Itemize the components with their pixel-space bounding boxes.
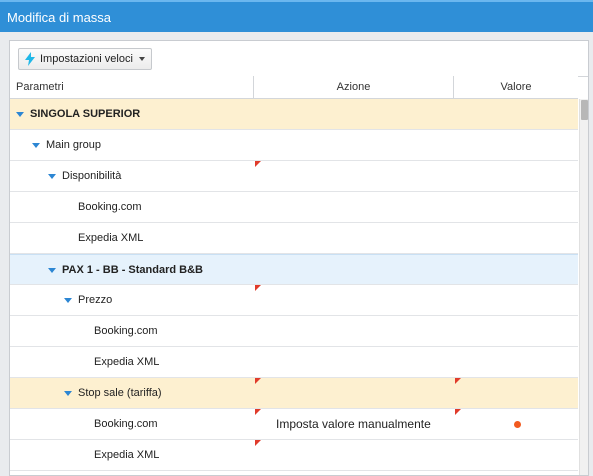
modified-flag-icon <box>255 409 261 415</box>
row-label-cell: Stop sale (tariffa) <box>64 378 162 408</box>
row-label-cell: Expedia XML <box>94 347 159 377</box>
row-label: Booking.com <box>94 325 158 337</box>
table-row[interactable]: Main group <box>10 130 578 161</box>
column-header-valore[interactable]: Valore <box>454 76 578 98</box>
modified-flag-icon <box>255 285 261 291</box>
table-row[interactable]: Booking.com Imposta valore manualmente <box>10 409 578 440</box>
expand-toggle-icon[interactable] <box>64 390 72 396</box>
table-row[interactable]: PAX 1 - BB - Standard B&B <box>10 254 578 285</box>
row-label-cell: Main group <box>32 130 101 160</box>
row-label-cell: Expedia XML <box>78 223 143 253</box>
row-label-cell: Booking.com <box>78 192 142 222</box>
expand-toggle-icon[interactable] <box>48 267 56 273</box>
row-label: PAX 1 - BB - Standard B&B <box>62 264 203 276</box>
table-row[interactable]: Expedia XML <box>10 223 578 254</box>
row-label: Booking.com <box>94 418 158 430</box>
row-label: Stop sale (tariffa) <box>78 387 162 399</box>
row-label: Expedia XML <box>78 232 144 244</box>
table-row[interactable]: Stop sale (tariffa) <box>10 378 578 409</box>
mass-edit-panel: Impostazioni veloci Parametri Azione Val… <box>9 40 589 476</box>
table-row[interactable]: SINGOLA SUPERIOR <box>10 99 578 130</box>
vertical-scrollbar[interactable] <box>579 99 588 475</box>
lightning-bolt-icon <box>24 52 36 66</box>
expand-toggle-icon[interactable] <box>16 111 24 117</box>
row-label: Expedia XML <box>94 356 160 368</box>
chevron-down-icon <box>138 57 145 61</box>
table-row[interactable]: Prezzo <box>10 285 578 316</box>
expand-toggle-icon[interactable] <box>48 173 56 179</box>
row-label: Disponibilità <box>62 170 122 182</box>
row-label-cell: SINGOLA SUPERIOR <box>16 99 140 129</box>
table-row[interactable]: Expedia XML <box>10 440 578 471</box>
tree-table-body: SINGOLA SUPERIOR Main group Disponibilità B… <box>10 99 578 475</box>
toolbar: Impostazioni veloci <box>10 41 588 77</box>
row-label-cell: Booking.com <box>94 409 158 439</box>
quick-settings-label: Impostazioni veloci <box>40 53 133 65</box>
row-label-cell: Expedia XML <box>94 440 159 470</box>
expand-toggle-icon[interactable] <box>32 142 40 148</box>
action-cell[interactable]: Imposta valore manualmente <box>276 409 431 439</box>
quick-settings-button[interactable]: Impostazioni veloci <box>18 48 152 70</box>
window-title: Modifica di massa <box>0 0 593 32</box>
row-label: Expedia XML <box>94 449 160 461</box>
column-header-azione[interactable]: Azione <box>254 76 454 98</box>
modified-flag-icon <box>455 378 461 384</box>
value-indicator-dot[interactable] <box>514 421 521 428</box>
row-label: Main group <box>46 139 102 151</box>
row-label-cell: Prezzo <box>64 285 112 315</box>
row-label: SINGOLA SUPERIOR <box>30 108 141 120</box>
row-label-cell: Booking.com <box>94 316 158 346</box>
scrollbar-thumb[interactable] <box>581 100 588 120</box>
modified-flag-icon <box>255 161 261 167</box>
column-header-parametri[interactable]: Parametri <box>10 76 254 98</box>
table-row[interactable]: Booking.com <box>10 316 578 347</box>
modified-flag-icon <box>255 378 261 384</box>
modified-flag-icon <box>455 409 461 415</box>
table-row[interactable]: Booking.com <box>10 192 578 223</box>
table-header: Parametri Azione Valore <box>10 76 578 99</box>
table-row[interactable]: Disponibilità <box>10 161 578 192</box>
expand-toggle-icon[interactable] <box>64 297 72 303</box>
row-label: Prezzo <box>78 294 113 306</box>
row-label-cell: PAX 1 - BB - Standard B&B <box>48 255 203 285</box>
table-row[interactable]: Expedia XML <box>10 347 578 378</box>
row-label: Booking.com <box>78 201 142 213</box>
modified-flag-icon <box>255 440 261 446</box>
row-label-cell: Disponibilità <box>48 161 121 191</box>
